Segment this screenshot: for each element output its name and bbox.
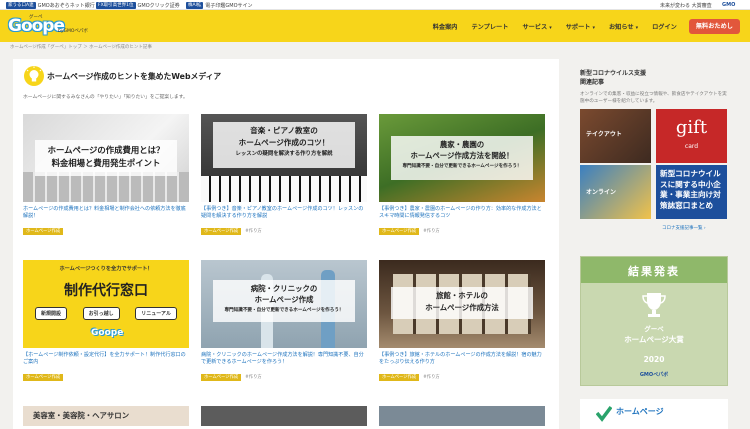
article-title[interactable]: 病院・クリニックのホームページ作成方法を解説！専門知識不要、自分で更新できるホー…: [201, 352, 367, 367]
article-title[interactable]: 【ホームページ制作依頼・設定代行】を全力サポート！制作代行窓口のご案内: [23, 352, 189, 367]
sidebar-description: オンラインでの集客・収益に役立つ情報や、飲食店やテイクアウトを実施中のユーザー様…: [580, 92, 727, 104]
gmo-pepabo-logo: GMOペパボ: [639, 372, 669, 378]
topbar-link-sign[interactable]: 株AI拡 電子印鑑GMOサイン: [186, 1, 253, 9]
topbar-link-bank[interactable]: 家うる口A連 GMOあおぞらネット銀行: [6, 1, 95, 9]
keyboard-graphic: [23, 172, 189, 202]
chevron-down-icon: ▾: [635, 24, 639, 31]
sidebar-article-thumbnail[interactable]: オンライン: [580, 165, 651, 219]
category-badge[interactable]: ホームページ作成: [23, 227, 64, 235]
sidebar: 新型コロナウイルス支援 関連記事 オンラインでの集客・収益に役立つ情報や、飲食店…: [580, 59, 728, 429]
tag-label[interactable]: #作り方: [423, 228, 440, 234]
sidebar-article-thumbnail[interactable]: gift card: [656, 109, 727, 163]
nav-news[interactable]: お知らせ ▾: [609, 22, 638, 31]
topbar-link-securities[interactable]: FX取引高世界1位 GMOクリック証券: [96, 1, 180, 9]
award-heading: 結果発表: [628, 265, 680, 278]
article-thumbnail[interactable]: 音楽・ピアノ教室の ホームページ作成のコツ！ レッスンの疑問を解決する作り方を解…: [201, 114, 367, 202]
article-thumbnail[interactable]: 病院・クリニックの ホームページ作成 専門知識不要・自分で更新できるホームページ…: [201, 260, 367, 348]
nav-services[interactable]: サービス ▾: [522, 22, 551, 31]
article-title[interactable]: 【事例つき】音楽・ピアノ教室のホームページ作成のコツ！レッスンの疑問を解決する作…: [201, 206, 367, 221]
breadcrumb[interactable]: ホームページ作成「グーペ」トップ ＞ ホームページ作成のヒント記事: [10, 44, 152, 50]
article-thumbnail[interactable]: ホームページの作成費用とは？ 料金相場と費用発生ポイント: [23, 114, 189, 202]
category-badge[interactable]: ホームページ作成: [23, 373, 64, 381]
corona-articles-link[interactable]: コロナ支援記事一覧 ›: [662, 225, 706, 231]
sidebar-title: 新型コロナウイルス支援 関連記事: [580, 70, 647, 86]
category-badge[interactable]: ホームページ作成: [379, 373, 420, 381]
sidebar-article-thumbnail[interactable]: 新型コロナウイルスに関する中小企業・事業主向け対策誌窓口まとめ: [656, 165, 727, 219]
chevron-down-icon: ▾: [549, 24, 552, 31]
chevron-down-icon: ▾: [592, 24, 595, 31]
article-thumbnail[interactable]: ホームページつくりを全力でサポート！ 制作代行窓口 新規開設 お引っ越し リニュ…: [23, 260, 189, 348]
nav-pricing[interactable]: 料金案内: [433, 22, 458, 31]
goope-logo[interactable]: Goope グーペ byGMOペパボ: [8, 14, 90, 38]
category-badge[interactable]: ホームページ作成: [379, 227, 420, 235]
award-banner[interactable]: 結果発表 グーペ ホームページ大賞 2020 GMOペパボ: [580, 256, 728, 386]
nav-templates[interactable]: テンプレート: [471, 22, 508, 31]
article-title[interactable]: ホームページの作成費用とは？料金相場と制作会社への依頼方法を徹底解説！: [23, 206, 189, 221]
main-content: ホームページ作成のヒントを集めたWebメディア ホームページに関するみなさんの「…: [13, 59, 559, 429]
main-nav: 料金案内 テンプレート サービス ▾ サポート ▾ お知らせ ▾ ログイン 無料おため…: [419, 18, 740, 34]
nav-support[interactable]: サポート ▾: [566, 22, 595, 31]
site-header: Goope グーペ byGMOペパボ 料金案内 テンプレート サービス ▾ サポー…: [0, 10, 750, 42]
page-subtitle: ホームページに関するみなさんの「やりたい」「知りたい」をご提案します。: [23, 95, 188, 100]
lightbulb-icon: [24, 66, 44, 86]
article-thumbnail[interactable]: 農家・農園の ホームページ作成方法を開設！ 専門知識不要・自分で更新できるホーム…: [379, 114, 545, 202]
topbar-right-text[interactable]: 未来が変わる 大賞審査: [660, 1, 712, 9]
category-badge[interactable]: ホームページ作成: [201, 373, 242, 381]
article-title[interactable]: 【事例つき】旅館・ホテルのホームページの作成方法を解説！宿の魅力をたっぷり伝える…: [379, 352, 545, 367]
tag-label[interactable]: #作り方: [423, 374, 440, 380]
article-thumbnail[interactable]: 旅館・ホテルの ホームページ作成方法: [379, 260, 545, 348]
tag-label[interactable]: #作り方: [245, 228, 262, 234]
article-thumbnail[interactable]: 美容室・美容院・ヘアサロン: [23, 406, 189, 426]
category-badge[interactable]: ホームページ作成: [201, 227, 242, 235]
trophy-icon: [642, 293, 666, 317]
goope-logo: Goope: [91, 328, 124, 338]
nav-login[interactable]: ログイン: [652, 22, 677, 31]
tag-label[interactable]: #作り方: [245, 374, 262, 380]
piano-keys-graphic: [201, 176, 367, 202]
sidebar-banner[interactable]: ホームページ: [580, 399, 728, 429]
free-trial-button[interactable]: 無料おためし: [688, 18, 740, 34]
article-thumbnail[interactable]: [201, 406, 367, 426]
article-thumbnail[interactable]: [379, 406, 545, 426]
gmo-logo[interactable]: GMO: [722, 1, 735, 9]
article-title[interactable]: 【事例つき】農家・農園のホームページの作り方：効率的な作成方法とスキマ時間に情報…: [379, 206, 545, 221]
check-logo-icon: [596, 405, 612, 422]
sidebar-article-thumbnail[interactable]: テイクアウト: [580, 109, 651, 163]
group-topbar: 家うる口A連 GMOあおぞらネット銀行 FX取引高世界1位 GMOクリック証券 株A…: [0, 0, 750, 10]
page-title: ホームページ作成のヒントを集めたWebメディア: [47, 72, 222, 81]
